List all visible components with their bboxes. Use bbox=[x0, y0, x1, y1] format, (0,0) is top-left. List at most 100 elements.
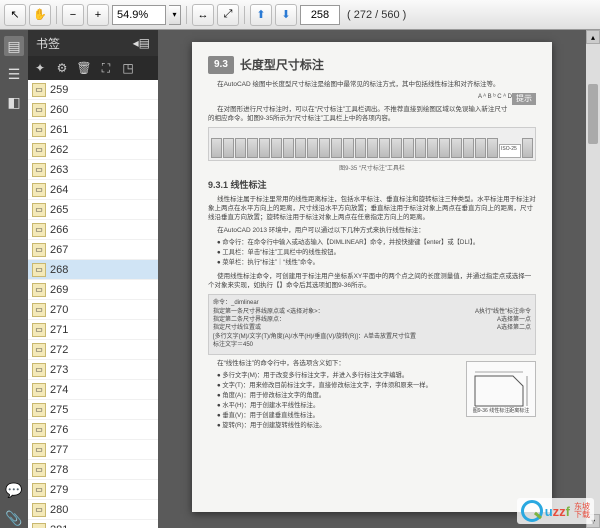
bookmark-page-icon: ▭ bbox=[32, 123, 46, 137]
dimension-toolbar-figure: ISO-25 bbox=[208, 127, 536, 161]
new-bookmark-icon[interactable]: ✦ bbox=[32, 60, 48, 76]
opt6: ● 旋转(R)：用于创建旋转线性的标注。 bbox=[217, 422, 536, 431]
bookmark-item[interactable]: ▭275 bbox=[28, 400, 158, 420]
panel-menu-icon[interactable]: ◂▤ bbox=[133, 36, 150, 50]
bookmark-item[interactable]: ▭ 259 bbox=[28, 80, 158, 100]
zoom-out-icon[interactable]: − bbox=[62, 4, 84, 26]
bookmark-label: 272 bbox=[50, 344, 68, 356]
bookmark-page-icon: ▭ bbox=[32, 443, 46, 457]
bookmark-page-icon: ▭ bbox=[32, 503, 46, 517]
bookmark-item[interactable]: ▭271 bbox=[28, 320, 158, 340]
bookmark-page-icon: ▭ bbox=[32, 83, 46, 97]
bookmark-page-icon: ▭ bbox=[32, 283, 46, 297]
bookmark-item[interactable]: ▭272 bbox=[28, 340, 158, 360]
intro-text: 在AutoCAD 绘图中长度型尺寸标注是绘图中最常见的标注方式，其中包括线性标注… bbox=[208, 80, 536, 89]
bookmark-item[interactable]: ▭276 bbox=[28, 420, 158, 440]
bookmark-label: 267 bbox=[50, 244, 68, 256]
zoom-input[interactable]: 54.9% bbox=[112, 5, 166, 25]
thumbnails-icon[interactable]: ▤ bbox=[4, 36, 24, 56]
subsection-title: 线性标注 bbox=[231, 180, 267, 190]
bookmarks-list[interactable]: ▭259▭260▭261▭262▭263▭264▭265▭266▭267▭268… bbox=[28, 80, 158, 528]
fit-width-icon[interactable]: ↔ bbox=[192, 4, 214, 26]
bookmark-label: 264 bbox=[50, 184, 68, 196]
hint-text: 在对图形进行尺寸标注时，可以在“尺寸标注”工具栏调出。不推荐直接到绘图区域以免误… bbox=[208, 105, 536, 123]
document-page: 9.3 长度型尺寸标注 在AutoCAD 绘图中长度型尺寸标注是绘图中最常见的标… bbox=[192, 42, 552, 512]
zoom-dropdown-icon[interactable]: ▾ bbox=[169, 5, 181, 25]
bookmark-item[interactable]: ▭263 bbox=[28, 160, 158, 180]
bookmark-label: 275 bbox=[50, 404, 68, 416]
bookmark-item[interactable]: ▭269 bbox=[28, 280, 158, 300]
bookmark-label: 259 bbox=[50, 84, 68, 96]
fit-page-icon[interactable]: ⤢ bbox=[217, 4, 239, 26]
bookmark-item[interactable]: ▭268 bbox=[28, 260, 158, 280]
bookmark-page-icon: ▭ bbox=[32, 203, 46, 217]
expand-bookmark-icon[interactable]: ⛶ bbox=[98, 60, 114, 76]
hint-badge: 提示 bbox=[512, 93, 536, 106]
command-box: 命令：_dimlinear 指定第一条尺寸界线原点或 <选择对象>：A执行“线性… bbox=[208, 294, 536, 354]
vertical-scrollbar[interactable]: ▴ ▾ bbox=[586, 30, 600, 528]
bookmark-item[interactable]: ▭ 266 bbox=[28, 220, 158, 240]
bookmark-page-icon: ▭ bbox=[32, 243, 46, 257]
bookmark-item[interactable]: ▭261 bbox=[28, 120, 158, 140]
figure2-caption: 图9-36 线性标注距离标注 bbox=[467, 408, 535, 415]
bookmark-page-icon: ▭ bbox=[32, 383, 46, 397]
bookmark-item[interactable]: ▭278 bbox=[28, 460, 158, 480]
bookmark-label: 274 bbox=[50, 384, 68, 396]
hint-prefix: A ᴬ B ᵇ C ᴬ D bbox=[478, 94, 512, 100]
hand-tool-icon[interactable]: ✋ bbox=[29, 4, 51, 26]
logo-q-icon bbox=[521, 500, 543, 522]
bookmark-item[interactable]: ▭ 274 bbox=[28, 380, 158, 400]
bookmark-label: 279 bbox=[50, 484, 68, 496]
bookmark-label: 277 bbox=[50, 444, 68, 456]
bookmark-label: 262 bbox=[50, 144, 68, 156]
bookmarks-icon[interactable]: ☰ bbox=[4, 64, 24, 84]
comments-icon[interactable]: 💬 bbox=[4, 480, 24, 500]
bookmark-label: 280 bbox=[50, 504, 68, 516]
left-rail: ▤ ☰ ◧ 💬 📎 bbox=[0, 30, 28, 528]
bookmark-settings-icon[interactable]: ⚙ bbox=[54, 60, 70, 76]
bookmark-label: 281 bbox=[50, 524, 68, 528]
zoom-in-icon[interactable]: + bbox=[87, 4, 109, 26]
bookmark-page-icon: ▭ bbox=[32, 363, 46, 377]
bookmark-item[interactable]: ▭264 bbox=[28, 180, 158, 200]
page-input[interactable] bbox=[300, 5, 340, 25]
bullet3: ● 菜单栏：执行“标注”｜“线性”命令。 bbox=[217, 259, 536, 268]
page-total: ( 272 / 560 ) bbox=[347, 9, 406, 21]
layers-icon[interactable]: ◧ bbox=[4, 92, 24, 112]
bookmark-label: 266 bbox=[50, 224, 68, 236]
subsection-number: 9.3.1 bbox=[208, 180, 228, 190]
bookmark-item[interactable]: ▭279 bbox=[28, 480, 158, 500]
bookmark-label: 265 bbox=[50, 204, 68, 216]
bookmark-item[interactable]: ▭ 277 bbox=[28, 440, 158, 460]
scroll-thumb[interactable] bbox=[588, 84, 598, 144]
bookmark-option-icon[interactable]: ◳ bbox=[120, 60, 136, 76]
scroll-up-icon[interactable]: ▴ bbox=[586, 30, 600, 44]
para2: 在AutoCAD 2013 环境中，用户可以通过以下几种方式来执行线性标注： bbox=[208, 226, 536, 235]
document-area[interactable]: 9.3 长度型尺寸标注 在AutoCAD 绘图中长度型尺寸标注是绘图中最常见的标… bbox=[158, 30, 586, 528]
bookmark-item[interactable]: ▭281 bbox=[28, 520, 158, 528]
bookmark-page-icon: ▭ bbox=[32, 223, 46, 237]
bookmarks-title: 书签 bbox=[36, 35, 60, 52]
bookmark-label: 260 bbox=[50, 104, 68, 116]
bookmark-item[interactable]: ▭ 267 bbox=[28, 240, 158, 260]
attachments-icon[interactable]: 📎 bbox=[4, 508, 24, 528]
bookmark-page-icon: ▭ bbox=[32, 263, 46, 277]
para1: 线性标注属于标注里常用的线性距离标注，包括水平标注、垂直标注和旋转标注三种类型。… bbox=[208, 195, 536, 222]
section-title: 长度型尺寸标注 bbox=[240, 57, 324, 73]
bookmark-item[interactable]: ▭ 265 bbox=[28, 200, 158, 220]
prev-page-icon[interactable]: ⬆ bbox=[250, 4, 272, 26]
bookmarks-panel: 书签 ◂▤ ✦ ⚙ 🗑 ⛶ ◳ ▭259▭260▭261▭262▭263▭264… bbox=[28, 30, 158, 528]
bookmark-page-icon: ▭ bbox=[32, 143, 46, 157]
bookmark-item[interactable]: ▭ 262 bbox=[28, 140, 158, 160]
bookmark-label: 270 bbox=[50, 304, 68, 316]
select-tool-icon[interactable]: ↖ bbox=[4, 4, 26, 26]
bookmark-item[interactable]: ▭ 280 bbox=[28, 500, 158, 520]
dimension-diagram: 图9-36 线性标注距离标注 bbox=[466, 361, 536, 417]
bookmark-label: 278 bbox=[50, 464, 68, 476]
bookmark-item[interactable]: ▭273 bbox=[28, 360, 158, 380]
delete-bookmark-icon[interactable]: 🗑 bbox=[76, 60, 92, 76]
bookmark-item[interactable]: ▭260 bbox=[28, 100, 158, 120]
bookmark-page-icon: ▭ bbox=[32, 323, 46, 337]
next-page-icon[interactable]: ⬇ bbox=[275, 4, 297, 26]
bookmark-item[interactable]: ▭270 bbox=[28, 300, 158, 320]
